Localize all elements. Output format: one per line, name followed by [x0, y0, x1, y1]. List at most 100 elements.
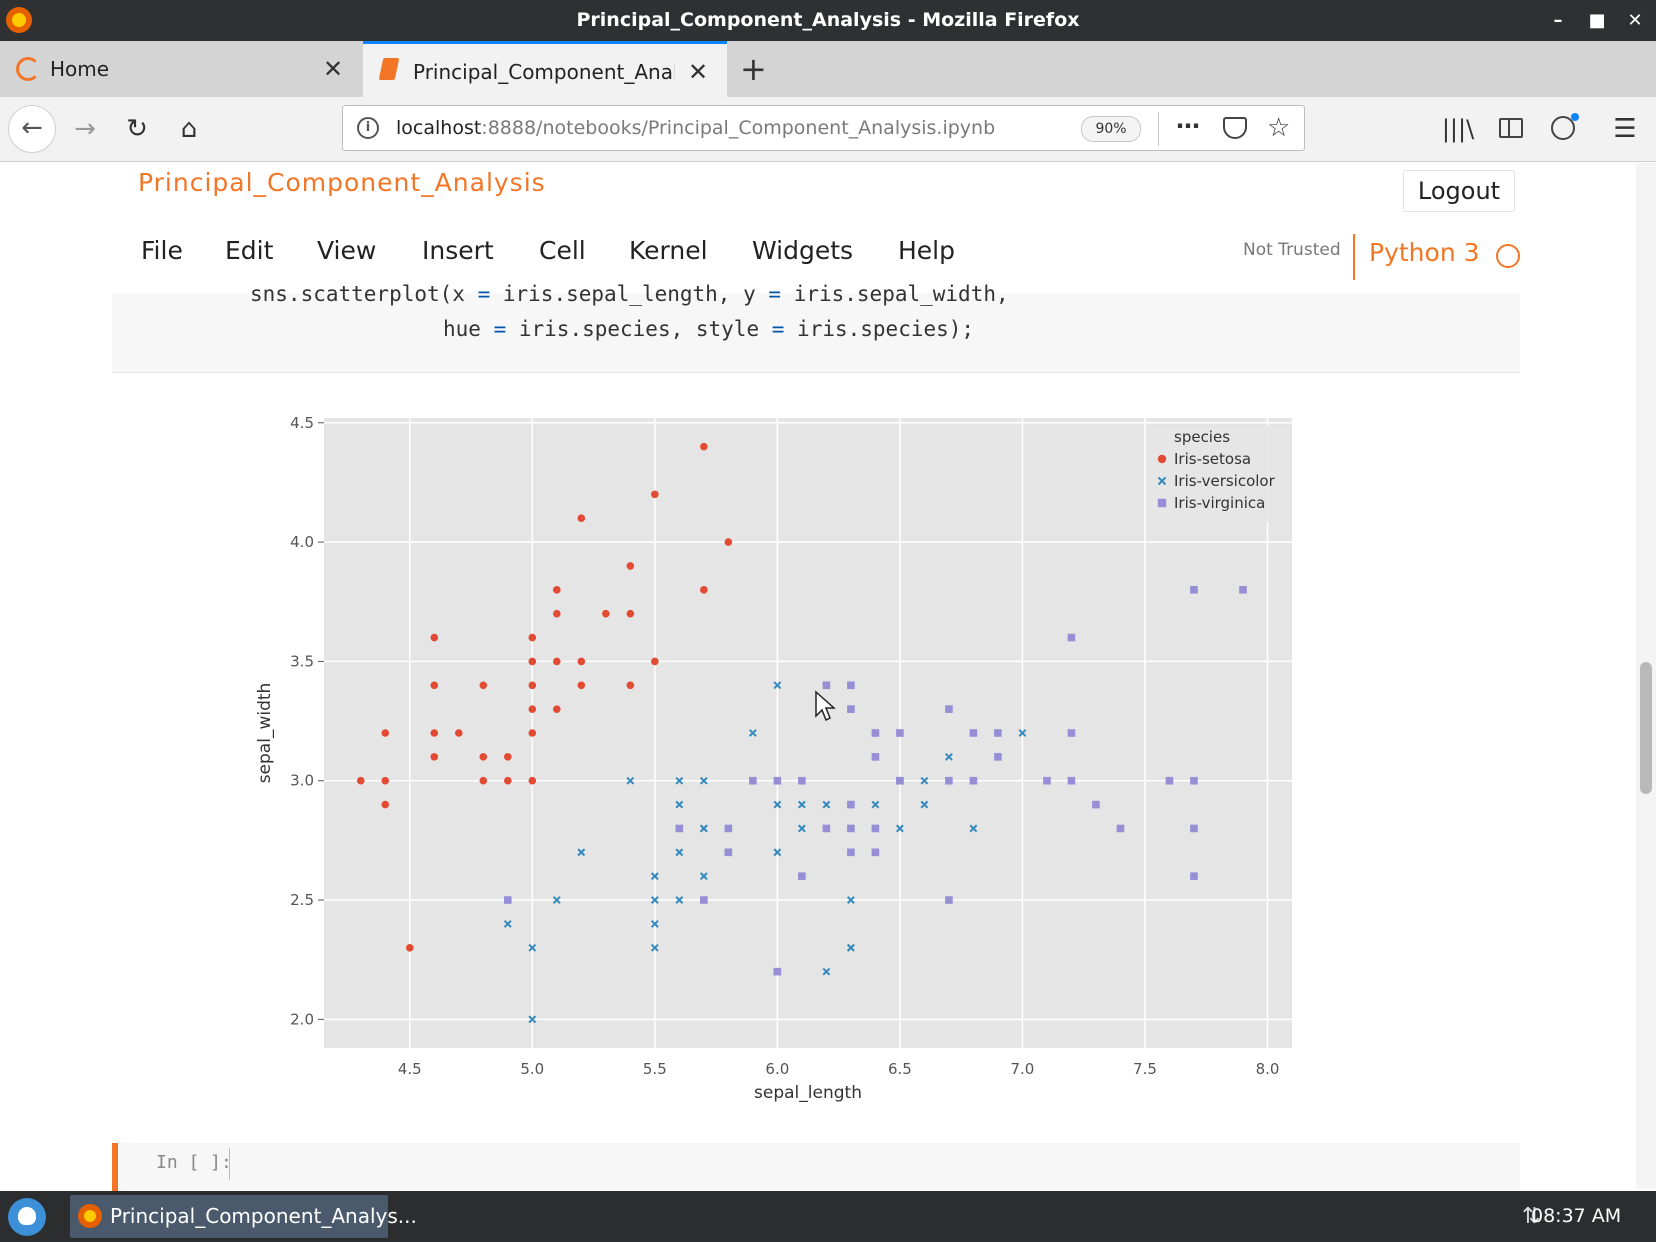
- data-point: [528, 705, 537, 713]
- menu-view[interactable]: View: [317, 236, 376, 265]
- code-line-2: hue = iris.species, style = iris.species…: [443, 317, 975, 341]
- menu-insert[interactable]: Insert: [422, 236, 494, 265]
- data-point: [773, 776, 782, 785]
- data-point: [1165, 776, 1174, 785]
- notebook-title[interactable]: Principal_Component_Analysis: [138, 168, 546, 197]
- sidebar-icon[interactable]: [1499, 118, 1523, 138]
- data-point: [969, 729, 978, 737]
- menu-widgets[interactable]: Widgets: [752, 236, 853, 265]
- reload-button[interactable]: ↻: [115, 97, 159, 161]
- menu-hamburger-icon[interactable]: ☰: [1603, 97, 1647, 161]
- data-point: [1190, 776, 1198, 785]
- data-point: [626, 562, 635, 570]
- x-tick-label: 7.5: [1133, 1060, 1157, 1078]
- data-point: [773, 967, 782, 976]
- x-tick-label: 5.5: [643, 1060, 667, 1078]
- data-point: [822, 681, 831, 690]
- data-point: [528, 681, 537, 690]
- data-point: [430, 633, 439, 642]
- data-point: [1190, 872, 1198, 880]
- data-point: [528, 657, 537, 666]
- new-tab-icon[interactable]: +: [740, 41, 767, 97]
- data-point: [700, 896, 708, 904]
- data-point: [454, 729, 463, 737]
- page-actions-icon[interactable]: ⋯: [1176, 106, 1200, 146]
- data-point: [381, 800, 390, 809]
- data-point: [798, 776, 806, 785]
- close-tab-icon[interactable]: ✕: [323, 41, 343, 97]
- legend-title: species: [1174, 428, 1230, 446]
- back-button[interactable]: ←: [8, 105, 56, 153]
- y-axis-label: sepal_width: [255, 683, 275, 784]
- start-menu-icon[interactable]: [8, 1198, 46, 1236]
- data-point: [577, 657, 586, 666]
- menu-help[interactable]: Help: [898, 236, 955, 265]
- bookmark-star-icon[interactable]: ☆: [1267, 106, 1290, 150]
- data-point: [945, 896, 953, 904]
- data-point: [577, 514, 586, 523]
- data-point: [871, 729, 880, 737]
- home-button[interactable]: ⌂: [167, 97, 211, 161]
- legend-entry: Iris-virginica: [1174, 494, 1265, 512]
- data-point: [553, 609, 561, 618]
- tab-home-label: Home: [50, 57, 110, 81]
- data-point: [847, 681, 855, 690]
- data-point: [675, 824, 684, 833]
- x-tick-label: 7.0: [1011, 1060, 1035, 1078]
- legend-entry: Iris-versicolor: [1174, 472, 1276, 490]
- kernel-status-icon: [1496, 244, 1520, 268]
- menu-edit[interactable]: Edit: [225, 236, 273, 265]
- data-point: [503, 776, 512, 785]
- x-tick-label: 6.5: [888, 1060, 912, 1078]
- account-icon[interactable]: [1551, 113, 1579, 140]
- data-point: [553, 586, 561, 594]
- empty-code-cell[interactable]: [112, 1143, 1520, 1191]
- data-point: [479, 753, 488, 761]
- tab-home[interactable]: Home ✕: [0, 41, 362, 97]
- data-point: [430, 753, 439, 761]
- y-tick-label: 3.0: [290, 772, 314, 790]
- data-point: [626, 609, 635, 618]
- code-line-1: sns.scatterplot(x = iris.sepal_length, y…: [250, 282, 1009, 306]
- zoom-indicator[interactable]: 90%: [1081, 116, 1141, 142]
- data-point: [724, 824, 733, 833]
- data-point: [847, 824, 855, 833]
- forward-button[interactable]: →: [63, 97, 107, 161]
- scrollbar-thumb[interactable]: [1640, 662, 1652, 794]
- data-point: [1067, 633, 1076, 642]
- library-icon[interactable]: |||\: [1436, 97, 1480, 161]
- menu-cell[interactable]: Cell: [539, 236, 586, 265]
- url-bar[interactable]: i localhost:8888/notebooks/Principal_Com…: [342, 105, 1305, 151]
- data-point: [1190, 824, 1198, 833]
- data-point: [847, 705, 855, 713]
- data-point: [1157, 498, 1167, 508]
- code-cell[interactable]: sns.scatterplot(x = iris.sepal_length, y…: [112, 282, 1520, 373]
- data-point: [1190, 586, 1198, 594]
- data-point: [871, 753, 880, 761]
- scatter-plot: 4.5 5.0 5.5 6.0 6.5 7.0 7.5 8.0 2.0 2.5 3.0 3.5 4.0 4…: [255, 414, 1292, 1103]
- site-info-icon[interactable]: i: [357, 117, 379, 139]
- trust-indicator[interactable]: Not Trusted: [1243, 240, 1341, 260]
- menu-file[interactable]: File: [141, 236, 183, 265]
- data-point: [847, 848, 855, 857]
- data-point: [430, 681, 439, 690]
- data-point: [724, 848, 733, 857]
- minimize-icon[interactable]: –: [1543, 0, 1573, 41]
- taskbar-firefox-item[interactable]: Principal_Component_Analys...: [70, 1195, 417, 1238]
- data-point: [700, 586, 708, 594]
- menu-kernel[interactable]: Kernel: [629, 236, 708, 265]
- data-point: [1067, 729, 1076, 737]
- tab-notebook[interactable]: Principal_Component_Analysis ✕: [363, 41, 727, 97]
- pocket-icon[interactable]: [1223, 117, 1247, 139]
- data-point: [1043, 776, 1051, 785]
- maximize-icon[interactable]: ■: [1582, 0, 1612, 41]
- data-point: [1239, 586, 1247, 594]
- close-window-icon[interactable]: ✕: [1620, 0, 1650, 41]
- data-point: [896, 776, 904, 785]
- kernel-separator: [1353, 234, 1355, 280]
- data-point: [822, 824, 831, 833]
- data-point: [1157, 454, 1167, 464]
- kernel-name[interactable]: Python 3: [1369, 238, 1480, 267]
- close-tab-icon[interactable]: ✕: [688, 44, 708, 100]
- logout-button[interactable]: Logout: [1403, 170, 1515, 212]
